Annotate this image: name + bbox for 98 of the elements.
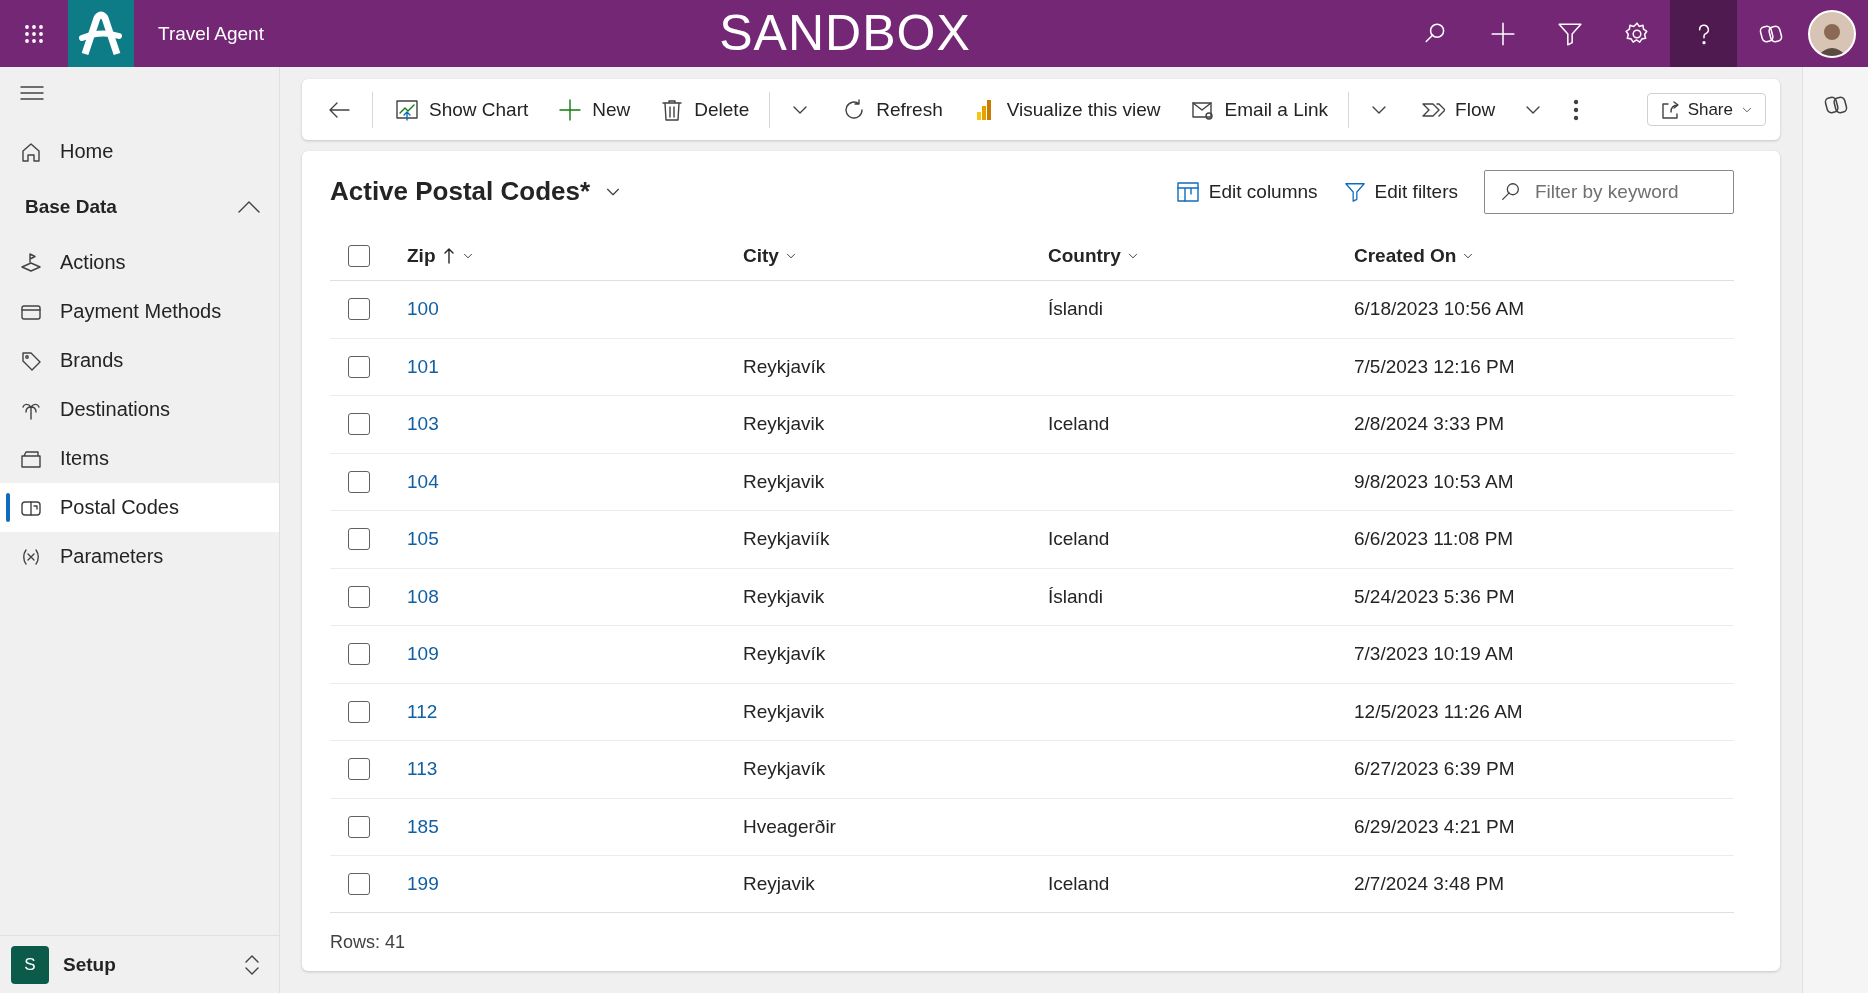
record-link[interactable]: 113	[407, 758, 438, 781]
table-cell: Reykjavik	[743, 470, 825, 493]
record-link[interactable]: 108	[407, 585, 439, 608]
user-avatar[interactable]	[1808, 9, 1856, 58]
toolbar-button[interactable]: Show Chart	[385, 89, 539, 130]
filter-icon	[1556, 20, 1583, 47]
record-link[interactable]: 104	[407, 470, 439, 493]
nav-item[interactable]: Destinations	[0, 385, 279, 434]
toolbar-button[interactable]: Refresh	[832, 89, 953, 130]
share-button[interactable]: Share	[1646, 93, 1766, 126]
table-cell: Íslandi	[1048, 585, 1103, 608]
toolbar-button[interactable]: Delete	[650, 89, 760, 130]
record-link[interactable]: 105	[407, 528, 439, 551]
row-checkbox[interactable]	[348, 528, 370, 551]
nav-item[interactable]: Items	[0, 434, 279, 483]
columns-icon	[1175, 180, 1200, 203]
column-header[interactable]: Zip	[407, 245, 474, 267]
table-cell: Iceland	[1048, 873, 1110, 896]
table-cell: 7/3/2023 10:19 AM	[1354, 643, 1514, 666]
plus-icon	[1489, 20, 1516, 47]
record-link[interactable]: 103	[407, 413, 439, 436]
trash-icon	[660, 97, 685, 122]
view-selector[interactable]: Active Postal Codes*	[330, 176, 623, 207]
waffle-icon	[24, 23, 44, 44]
nav-item[interactable]: Home	[0, 127, 279, 176]
table-cell: Reykjavik	[743, 585, 825, 608]
table-cell: Reykjaviík	[743, 528, 830, 551]
column-header[interactable]: Country	[1048, 245, 1139, 267]
record-link[interactable]: 101	[407, 355, 439, 378]
table-cell: 6/29/2023 4:21 PM	[1354, 815, 1515, 838]
up-down-chevron-icon	[243, 953, 261, 976]
flag-icon	[20, 251, 42, 274]
table-cell: 2/7/2024 3:48 PM	[1354, 873, 1504, 896]
record-link[interactable]: 100	[407, 298, 439, 321]
row-checkbox[interactable]	[348, 585, 370, 608]
table-cell: Reykjavik	[743, 700, 825, 723]
row-checkbox[interactable]	[348, 298, 370, 321]
record-link[interactable]: 185	[407, 815, 439, 838]
plus-icon	[558, 97, 583, 122]
nav-item[interactable]: Actions	[0, 238, 279, 287]
share-icon	[1659, 99, 1680, 120]
row-checkbox[interactable]	[348, 643, 370, 666]
table-cell: 7/5/2023 12:16 PM	[1354, 355, 1515, 378]
table-cell: Iceland	[1048, 413, 1110, 436]
table-cell: 9/8/2023 10:53 AM	[1354, 470, 1514, 493]
environment-label: SANDBOX	[719, 4, 971, 62]
table-cell: 6/6/2023 11:08 PM	[1354, 528, 1514, 551]
table-cell: 6/27/2023 6:39 PM	[1354, 758, 1515, 781]
table-cell: 6/18/2023 10:56 AM	[1354, 298, 1525, 321]
toolbar-button[interactable]: New	[548, 89, 641, 130]
area-switcher[interactable]: S Setup	[0, 935, 279, 993]
column-header[interactable]: Created On	[1354, 245, 1475, 267]
table-cell: Iceland	[1048, 528, 1110, 551]
table-cell: 2/8/2024 3:33 PM	[1354, 413, 1504, 436]
house-icon	[20, 140, 42, 163]
nav-group-header[interactable]: Base Data	[0, 176, 279, 238]
nav-item[interactable]: Parameters	[0, 532, 279, 581]
table-cell: Reykjavík	[743, 758, 826, 781]
more-icon	[1573, 98, 1580, 121]
chart-icon	[395, 97, 419, 122]
edit-filters-button[interactable]: Edit filters	[1343, 180, 1458, 203]
row-count: Rows: 41	[330, 930, 407, 954]
record-link[interactable]: 112	[407, 700, 438, 723]
row-checkbox[interactable]	[348, 413, 370, 436]
table-cell: Reykjavík	[743, 643, 826, 666]
edit-columns-button[interactable]: Edit columns	[1175, 180, 1318, 203]
filter-field[interactable]: Filter by keyword	[1484, 169, 1734, 214]
row-checkbox[interactable]	[348, 873, 370, 896]
toolbar-button[interactable]: Visualize this view	[962, 89, 1171, 130]
table-cell: Reyjavik	[743, 873, 815, 896]
nav-item[interactable]: Payment Methods	[0, 287, 279, 336]
row-checkbox[interactable]	[348, 470, 370, 493]
nav-item[interactable]: Brands	[0, 336, 279, 385]
row-checkbox[interactable]	[348, 815, 370, 838]
toolbar-button[interactable]: Flow	[1411, 89, 1506, 130]
row-checkbox[interactable]	[348, 355, 370, 378]
table-cell: Reykjavík	[743, 355, 826, 378]
table-cell: Hveagerðir	[743, 815, 836, 838]
table-cell: 12/5/2023 11:26 AM	[1354, 700, 1523, 723]
table-cell: Reykjavik	[743, 413, 825, 436]
select-all-checkbox[interactable]	[348, 245, 370, 267]
record-link[interactable]: 109	[407, 643, 439, 666]
column-header[interactable]: City	[743, 245, 797, 267]
table-cell: Íslandi	[1048, 298, 1103, 321]
table-cell: 5/24/2023 5:36 PM	[1354, 585, 1515, 608]
search-icon	[1500, 180, 1522, 203]
nav-item[interactable]: Postal Codes	[0, 483, 279, 532]
row-checkbox[interactable]	[348, 700, 370, 723]
menu-icon	[20, 86, 44, 100]
row-checkbox[interactable]	[348, 758, 370, 781]
app-logo	[68, 0, 134, 67]
tag-icon	[20, 349, 42, 372]
toolbar-button[interactable]: Email a Link	[1180, 89, 1339, 130]
record-link[interactable]: 199	[407, 873, 439, 896]
area-badge: S	[11, 945, 49, 984]
app-title: Travel Agent	[158, 22, 264, 45]
filter-icon	[1343, 180, 1366, 203]
back-arrow-icon	[328, 100, 350, 119]
